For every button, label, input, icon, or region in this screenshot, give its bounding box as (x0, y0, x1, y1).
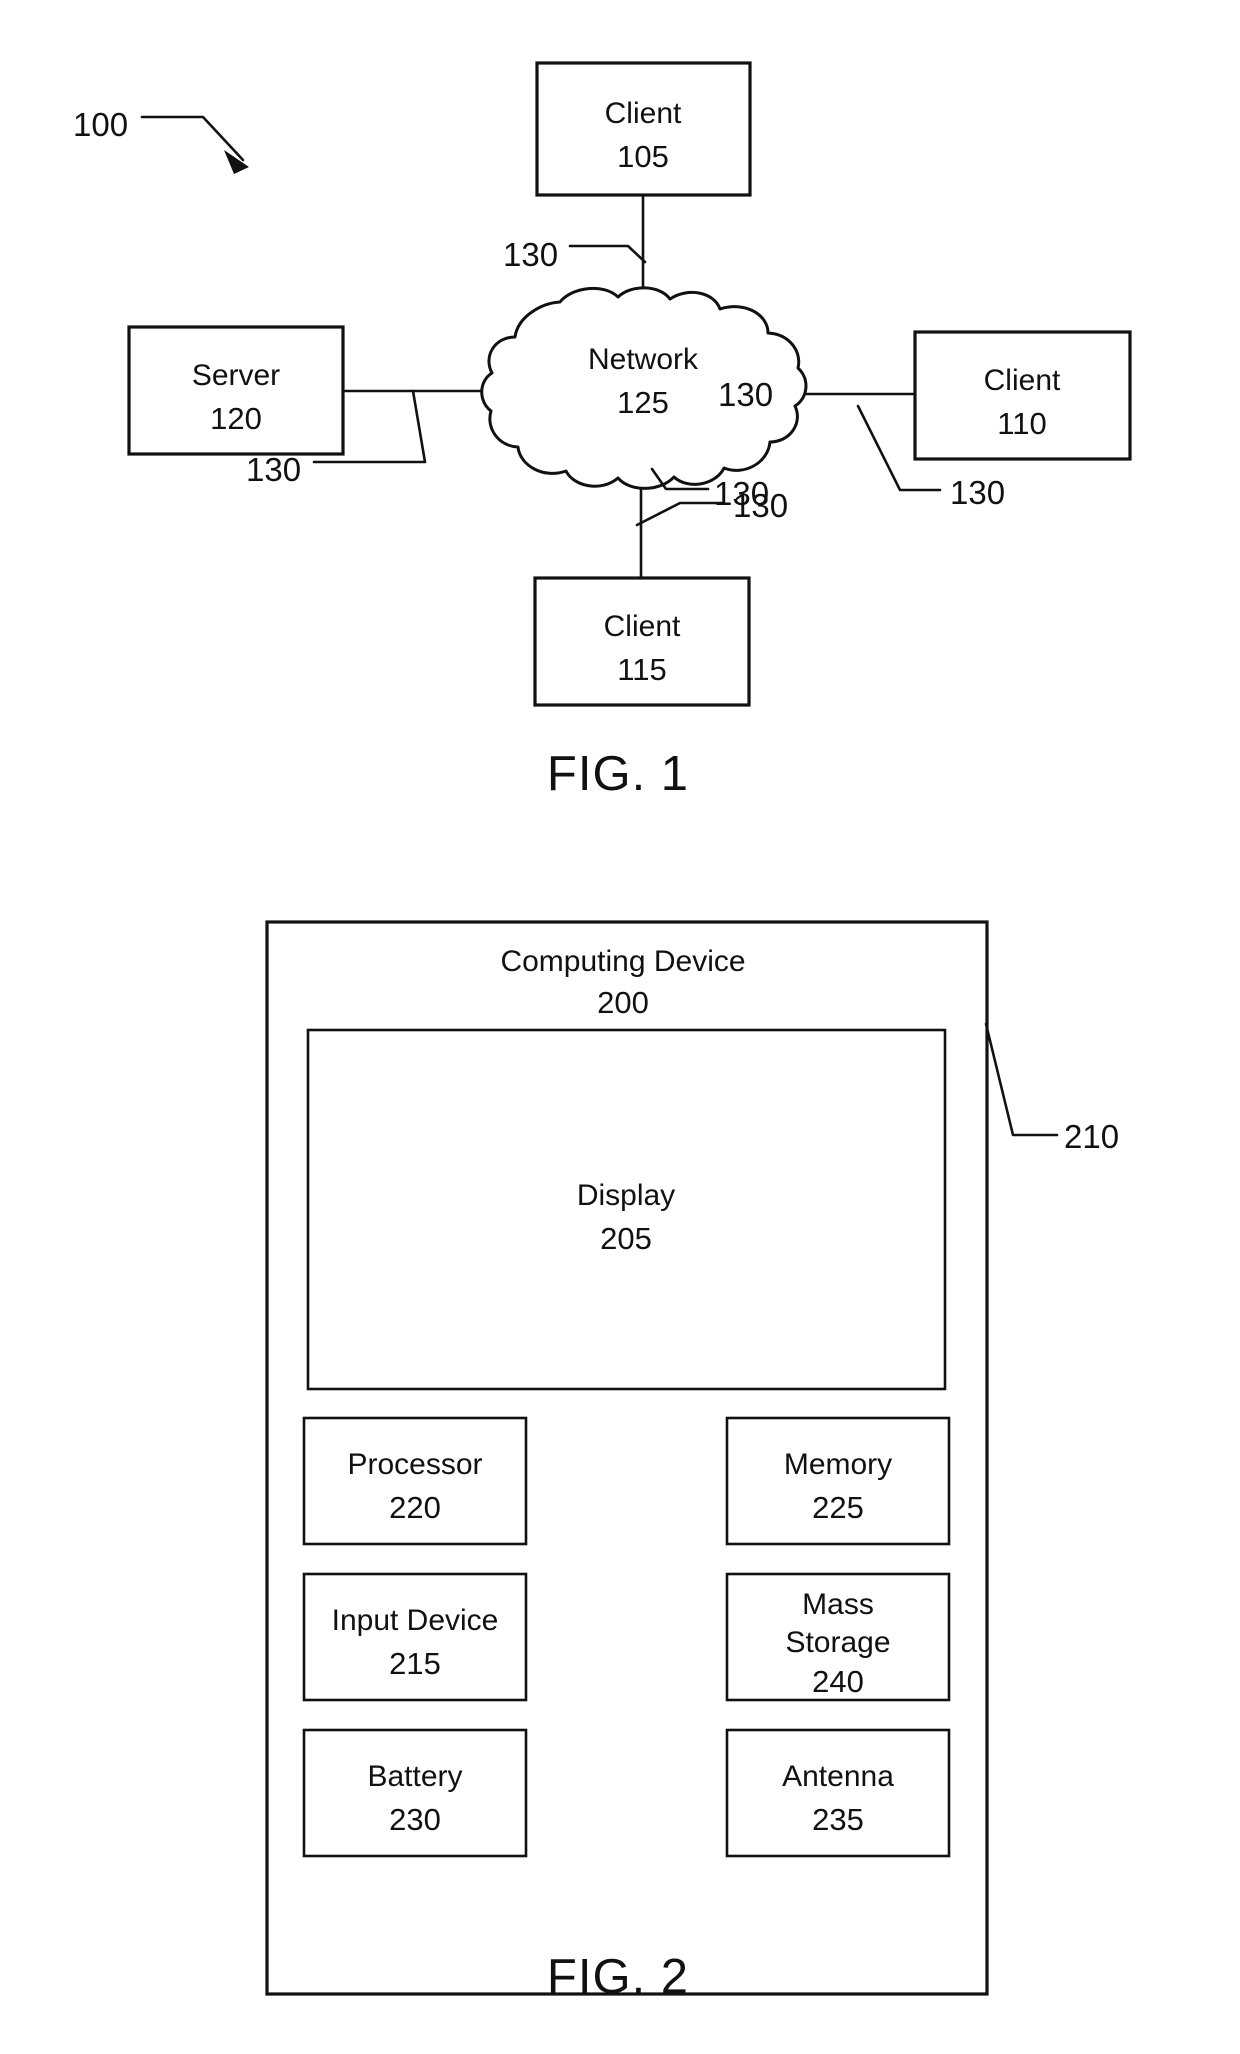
processor-component[interactable]: Processor 220 (302, 1416, 528, 1546)
computing-device-ref: 200 (597, 985, 649, 1020)
input-device-box (302, 1572, 528, 1702)
input-device-label: Input Device (332, 1604, 499, 1637)
antenna-component[interactable]: Antenna 235 (725, 1728, 951, 1858)
display-label: Display (577, 1179, 675, 1212)
input-device-component[interactable]: Input Device 215 (302, 1572, 528, 1702)
display-ref: 205 (600, 1221, 652, 1256)
mass-storage-label-line1: Mass (802, 1588, 874, 1621)
bus-ref-210: 210 (1064, 1118, 1119, 1155)
memory-label: Memory (784, 1448, 892, 1481)
bus-210-callout: 210 (984, 1022, 1119, 1155)
processor-label: Processor (347, 1448, 482, 1481)
computing-device-label: Computing Device (500, 945, 745, 978)
memory-component[interactable]: Memory 225 (725, 1416, 951, 1546)
figure-2: Computing Device 200 210 Display 205 Pro… (265, 920, 1119, 2004)
battery-label: Battery (367, 1760, 462, 1793)
figure-2-caption: FIG. 2 (547, 1950, 689, 2004)
memory-box (725, 1416, 951, 1546)
memory-ref: 225 (812, 1490, 864, 1525)
patent-drawing-sheet: Network 125 Client 105 Server 120 Client… (0, 0, 1240, 2054)
processor-box (302, 1416, 528, 1546)
mass-storage-label-line2: Storage (785, 1626, 890, 1659)
battery-ref: 230 (389, 1802, 441, 1837)
battery-component[interactable]: Battery 230 (302, 1728, 528, 1858)
antenna-label: Antenna (782, 1760, 894, 1793)
input-device-ref: 215 (389, 1646, 441, 1681)
battery-box (302, 1728, 528, 1858)
processor-ref: 220 (389, 1490, 441, 1525)
antenna-ref: 235 (812, 1802, 864, 1837)
mass-storage-component[interactable]: Mass Storage 240 (725, 1572, 951, 1702)
bus-210-leader (984, 1022, 1059, 1137)
antenna-box (725, 1728, 951, 1858)
mass-storage-ref: 240 (812, 1664, 864, 1699)
display-component[interactable]: Display 205 (306, 1028, 947, 1391)
